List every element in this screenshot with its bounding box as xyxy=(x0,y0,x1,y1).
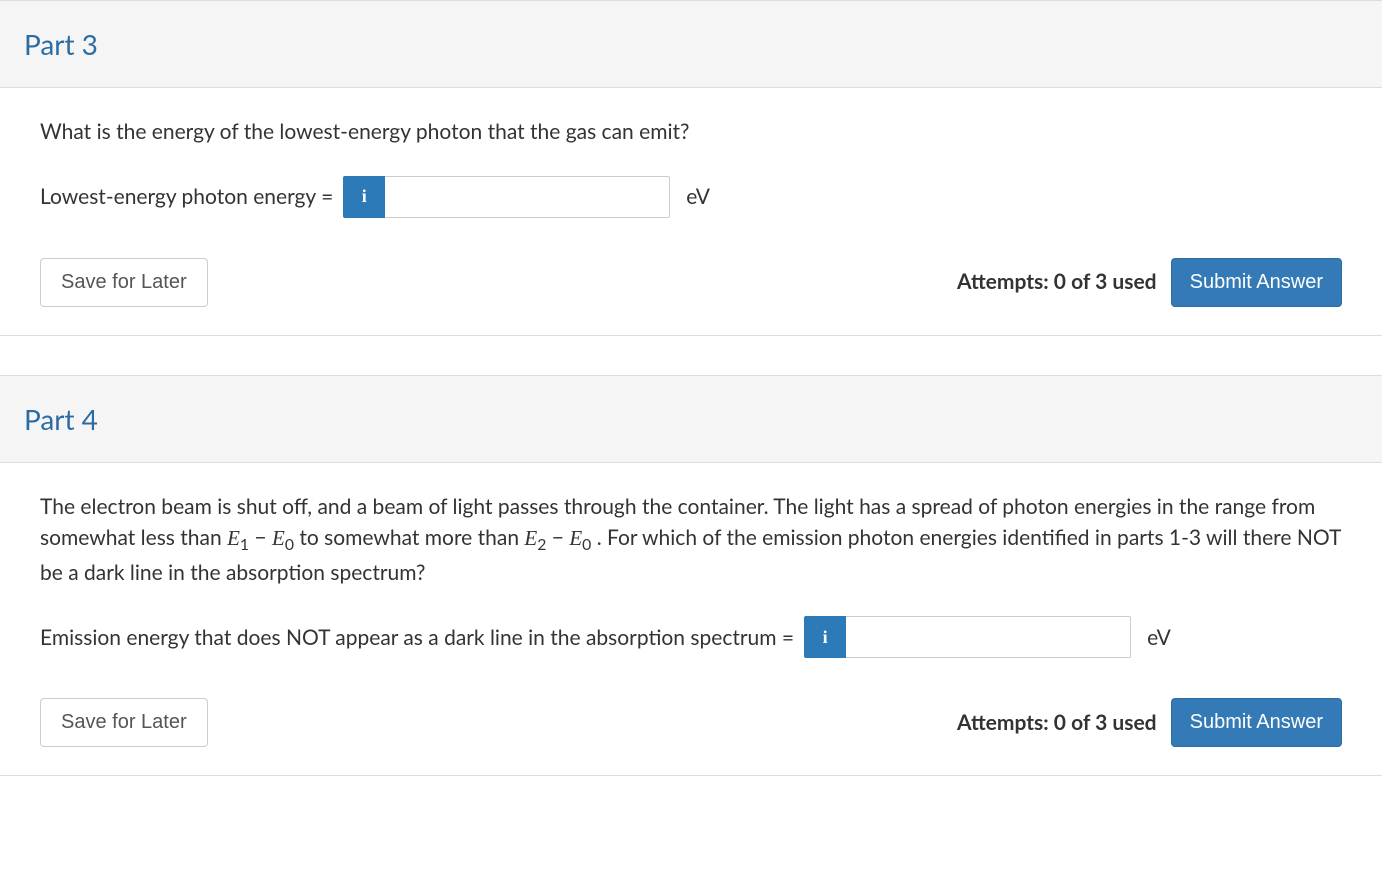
save-for-later-button[interactable]: Save for Later xyxy=(40,258,208,307)
part3-actions: Save for Later Attempts: 0 of 3 used Sub… xyxy=(40,258,1342,335)
info-icon[interactable]: i xyxy=(804,616,846,658)
math-sub-2: 2 xyxy=(537,535,546,554)
save-for-later-button[interactable]: Save for Later xyxy=(40,698,208,747)
part3-body: What is the energy of the lowest-energy … xyxy=(0,88,1382,335)
part3-question: What is the energy of the lowest-energy … xyxy=(40,116,1342,148)
math-sub-0: 0 xyxy=(285,535,294,554)
info-icon[interactable]: i xyxy=(343,176,385,218)
bottom-gap xyxy=(0,776,1382,796)
part3-answer-input[interactable] xyxy=(385,176,670,218)
part4-unit: eV xyxy=(1147,622,1171,654)
part-gap xyxy=(0,336,1382,376)
math-E: E xyxy=(272,526,285,550)
part4-header: Part 4 xyxy=(0,376,1382,463)
math-sub-0: 0 xyxy=(582,535,591,554)
part3-header: Part 3 xyxy=(0,1,1382,88)
submit-answer-button[interactable]: Submit Answer xyxy=(1171,258,1342,307)
part4-answer-input[interactable] xyxy=(846,616,1131,658)
part3-attempts: Attempts: 0 of 3 used xyxy=(957,266,1157,298)
math-E: E xyxy=(569,526,582,550)
submit-answer-button[interactable]: Submit Answer xyxy=(1171,698,1342,747)
part4-input-group: i xyxy=(804,616,1131,658)
math-E: E xyxy=(227,526,240,550)
part4-question-mid: to somewhat more than xyxy=(299,525,524,550)
math-E: E xyxy=(524,526,537,550)
math-minus: − xyxy=(254,525,272,550)
part4-attempts: Attempts: 0 of 3 used xyxy=(957,707,1157,739)
part3-answer-row: Lowest-energy photon energy = i eV xyxy=(40,176,1342,218)
math-sub-1: 1 xyxy=(240,535,249,554)
part3-unit: eV xyxy=(686,181,710,213)
math-minus: − xyxy=(552,525,570,550)
part4-question: The electron beam is shut off, and a bea… xyxy=(40,491,1342,589)
part3-answer-label: Lowest-energy photon energy = xyxy=(40,181,333,213)
part4-answer-row: Emission energy that does NOT appear as … xyxy=(40,616,1342,658)
part4-actions: Save for Later Attempts: 0 of 3 used Sub… xyxy=(40,698,1342,775)
part4-body: The electron beam is shut off, and a bea… xyxy=(0,463,1382,776)
part3-input-group: i xyxy=(343,176,670,218)
part3-title: Part 3 xyxy=(24,23,1358,65)
part4-title: Part 4 xyxy=(24,398,1358,440)
part4-answer-label: Emission energy that does NOT appear as … xyxy=(40,622,794,654)
